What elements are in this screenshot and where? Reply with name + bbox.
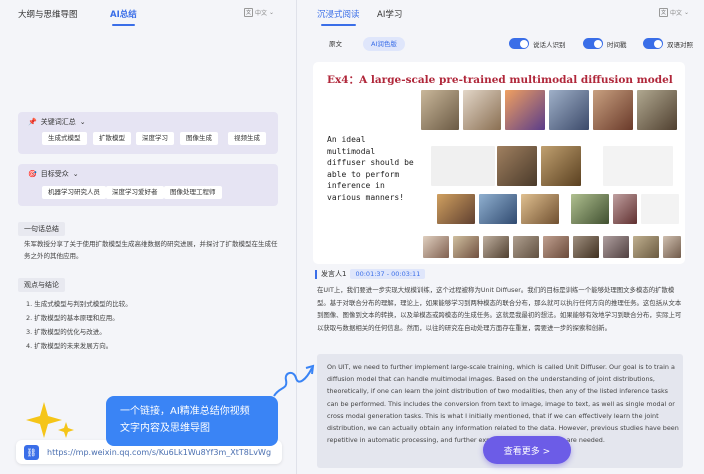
slide-image (421, 90, 459, 130)
bilingual-toggle[interactable] (643, 38, 663, 49)
timestamp-label: 时间戳 (607, 41, 627, 49)
viewpoint-item: 1. 生成式模型与判别式模型的比较。 (26, 300, 132, 308)
summary-title: 一句话总结 (18, 222, 65, 236)
audience-chip[interactable]: 机器学习研究人员 (42, 186, 106, 199)
target-icon: 🎯 (28, 170, 37, 178)
slide-quote: An ideal multimodal diffuser should be a… (327, 135, 414, 202)
chevron-down-icon: ⌄ (684, 9, 690, 16)
language-switch[interactable]: 文 中文 ⌄ (244, 8, 274, 17)
keyword-chip[interactable]: 视频生成 (228, 132, 266, 145)
slide-image (543, 236, 569, 258)
tab-immersive-reading[interactable]: 沉浸式阅读 (317, 8, 360, 26)
keyword-chip[interactable]: 深度学习 (136, 132, 174, 145)
slide-image (437, 194, 475, 224)
slide-image (483, 236, 509, 258)
speaker-recognition-toggle[interactable] (509, 38, 529, 49)
pin-icon: 📌 (28, 118, 37, 126)
slide-image (613, 194, 637, 224)
translate-icon: 文 (244, 8, 253, 17)
slide-image (549, 90, 589, 130)
translate-icon: 文 (659, 8, 668, 17)
tab-outline-mindmap[interactable]: 大纲与思维导图 (18, 8, 78, 20)
slide-image (431, 146, 495, 186)
slide-image (479, 194, 517, 224)
mode-original-button[interactable]: 原文 (321, 37, 350, 51)
speaker-recognition-label: 说话人识别 (533, 41, 566, 49)
curly-arrow-icon (273, 364, 315, 397)
promo-banner: 一个链接，AI精准总结你视频 文字内容及思维导图 (106, 396, 278, 446)
keywords-card: 📌 关键词汇总 ⌄ 生成式模型 扩散模型 深度学习 图像生成 视频生成 (18, 112, 278, 154)
tab-ai-learning[interactable]: AI学习 (377, 8, 402, 20)
speaker-marker (315, 269, 317, 279)
audience-header[interactable]: 🎯 目标受众 ⌄ (28, 169, 79, 179)
promo-line-2: 文字内容及思维导图 (120, 423, 210, 434)
slide-image (453, 236, 479, 258)
slide-image (423, 236, 449, 258)
transcript-english: On UIT, we need to further implement lar… (327, 363, 679, 445)
audience-chip[interactable]: 图像处理工程师 (164, 186, 222, 199)
viewpoint-item: 3. 扩散模型的优化与改进。 (26, 328, 106, 336)
slide-image (513, 236, 539, 258)
keyword-chip[interactable]: 扩散模型 (93, 132, 131, 145)
audience-card: 🎯 目标受众 ⌄ 机器学习研究人员 深度学习爱好者 图像处理工程师 (18, 164, 278, 206)
slide-image (641, 194, 679, 224)
speaker-row: 发言人1 00:01:37 - 00:03:11 (315, 269, 426, 279)
audience-title: 目标受众 (40, 170, 69, 178)
view-more-button[interactable]: 查看更多 > (483, 436, 571, 464)
view-more-label: 查看更多 > (503, 446, 551, 457)
timestamp-badge[interactable]: 00:01:37 - 00:03:11 (350, 269, 426, 279)
tab-ai-summary[interactable]: AI总结 (110, 8, 137, 26)
language-label: 中文 (670, 10, 683, 17)
timestamp-toggle[interactable] (583, 38, 603, 49)
summary-text: 朱军教授分享了关于使用扩散模型生成高维数据的研究进展，并探讨了扩散模型在生成任务… (24, 240, 278, 260)
audience-chip[interactable]: 深度学习爱好者 (106, 186, 164, 199)
slide-image (637, 90, 677, 130)
viewpoint-item: 4. 扩散模型的未来发展方向。 (26, 342, 113, 350)
keywords-header[interactable]: 📌 关键词汇总 ⌄ (28, 117, 86, 127)
speaker-name: 发言人1 (321, 270, 347, 278)
video-slide[interactable]: Ex4：A large-scale pre-trained multimodal… (313, 62, 685, 264)
language-label: 中文 (255, 10, 268, 17)
slide-image (571, 194, 609, 224)
slide-image (603, 236, 629, 258)
keyword-chip[interactable]: 图像生成 (180, 132, 218, 145)
promo-line-1: 一个链接，AI精准总结你视频 (120, 406, 250, 417)
viewpoint-item: 2. 扩散模型的基本原理和应用。 (26, 314, 119, 322)
viewpoints-title: 观点与结论 (18, 278, 65, 292)
chevron-down-icon: ⌄ (79, 118, 86, 126)
slide-image (505, 90, 545, 130)
slide-image (521, 194, 559, 224)
slide-image (603, 146, 673, 186)
slide-image (463, 90, 501, 130)
sparkle-icon (26, 402, 74, 438)
right-pane: 沉浸式阅读 AI学习 文 中文 ⌄ 原文 AI润色版 说话人识别 时间戳 双语对… (296, 0, 704, 474)
url-input[interactable]: https://mp.weixin.qq.com/s/Ku6Lk1Wu8Yf3m… (47, 448, 277, 457)
mode-ai-polished-button[interactable]: AI润色版 (363, 37, 405, 51)
slide-image (593, 90, 633, 130)
slide-image (541, 146, 581, 186)
chevron-down-icon: ⌄ (269, 9, 275, 16)
slide-image (663, 236, 681, 258)
slide-title: Ex4：A large-scale pre-trained multimodal… (327, 74, 673, 86)
chevron-down-icon: ⌄ (72, 170, 79, 178)
keyword-chip[interactable]: 生成式模型 (42, 132, 87, 145)
transcript-chinese: 在UIT上，我们要进一步实现大规模训练，这个过程被称为Unit Diffuser… (317, 286, 682, 332)
slide-image (633, 236, 659, 258)
slide-image (497, 146, 537, 186)
bilingual-label: 双语对照 (667, 41, 693, 49)
link-icon: ⛓ (24, 444, 39, 460)
language-switch[interactable]: 文 中文 ⌄ (659, 8, 689, 17)
keywords-title: 关键词汇总 (40, 118, 76, 126)
slide-image (573, 236, 599, 258)
